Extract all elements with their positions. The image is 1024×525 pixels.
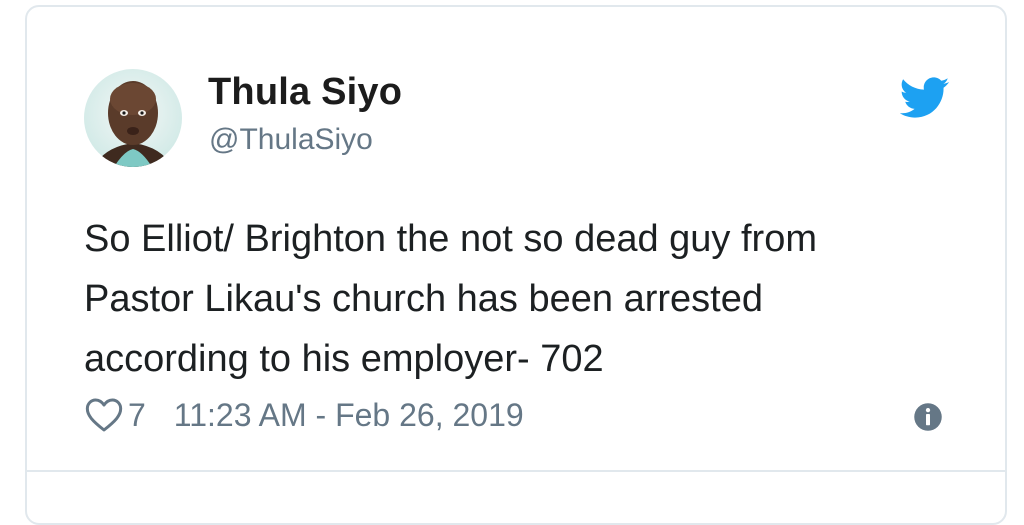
divider <box>27 470 1005 472</box>
tweet-text-line: Pastor Likau's church has been arrested <box>84 278 763 320</box>
info-icon[interactable] <box>913 402 943 432</box>
tweet-text: So Elliot/ Brighton the not so dead guy … <box>84 209 984 389</box>
tweet-card: Thula Siyo @ThulaSiyo So Elliot/ Brighto… <box>25 5 1007 525</box>
like-count: 7 <box>128 396 146 433</box>
twitter-bird-icon[interactable] <box>899 77 950 119</box>
tweet-text-line: So Elliot/ Brighton the not so dead guy … <box>84 218 817 260</box>
tweet-text-line: according to his employer- 702 <box>84 338 604 380</box>
avatar[interactable] <box>84 69 182 167</box>
avatar-image <box>84 69 182 167</box>
author-name[interactable]: Thula Siyo <box>208 71 402 114</box>
heart-icon[interactable] <box>84 395 124 435</box>
tweet-timestamp[interactable]: 11:23 AM - Feb 26, 2019 <box>174 397 524 434</box>
author-handle[interactable]: @ThulaSiyo <box>209 123 373 157</box>
tweet-footer: 7 11:23 AM - Feb 26, 2019 <box>84 393 524 437</box>
